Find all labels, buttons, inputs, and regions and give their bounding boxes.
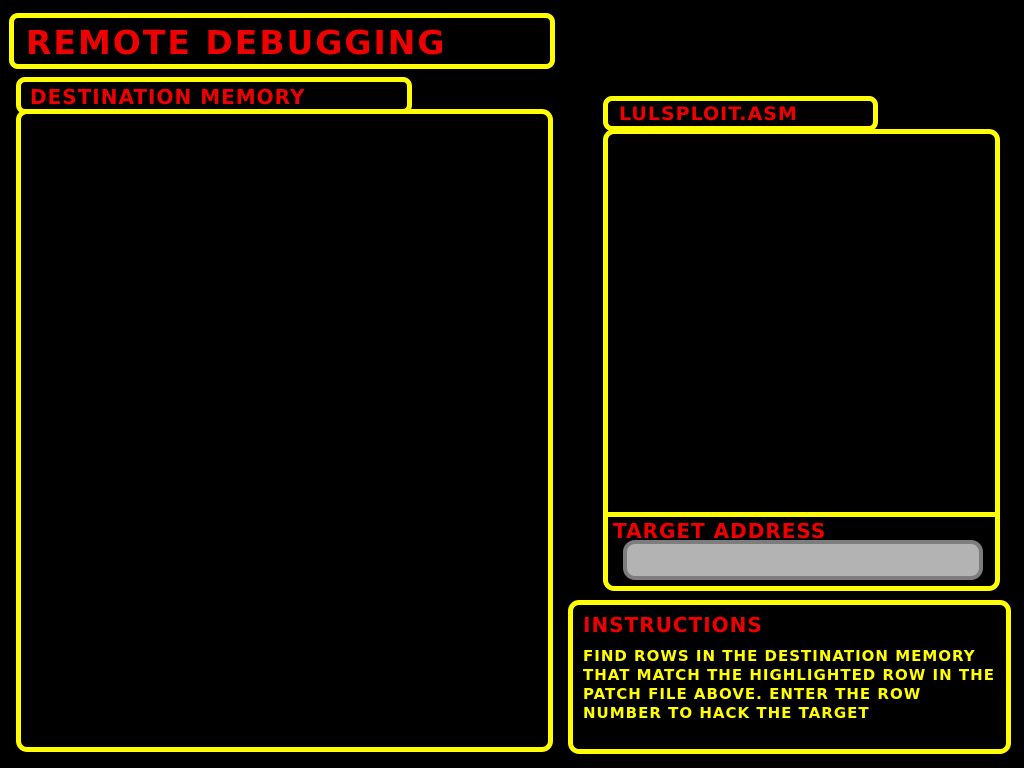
instructions-panel: INSTRUCTIONS FIND ROWS IN THE DESTINATIO…	[568, 600, 1011, 754]
patch-file-panel: TARGET ADDRESS	[603, 129, 1000, 591]
divider	[608, 512, 995, 517]
target-address-input[interactable]	[623, 540, 983, 580]
destination-memory-panel[interactable]	[16, 109, 553, 752]
patch-file-label: LULSPLOIT.ASM	[603, 96, 878, 131]
instructions-text: FIND ROWS IN THE DESTINATION MEMORY THAT…	[583, 647, 995, 722]
target-address-label: TARGET ADDRESS	[613, 519, 827, 543]
instructions-heading: INSTRUCTIONS	[583, 613, 763, 637]
page-title: REMOTE DEBUGGING	[9, 13, 555, 69]
